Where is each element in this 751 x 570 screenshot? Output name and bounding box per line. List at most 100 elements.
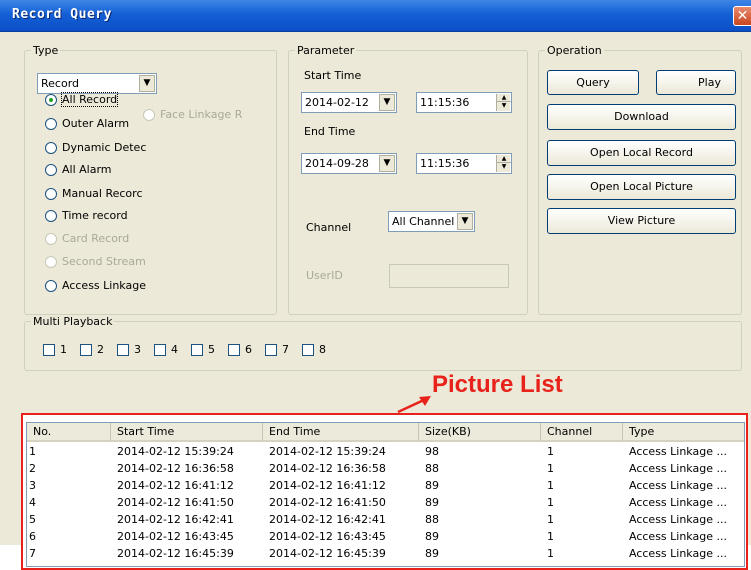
playback-checkbox-1[interactable] xyxy=(43,344,55,356)
column-header[interactable]: Type xyxy=(623,423,744,442)
type-option-label[interactable]: Manual Recorc xyxy=(62,187,143,200)
parameter-group-legend: Parameter xyxy=(297,44,355,57)
playback-checkbox-label: 6 xyxy=(245,343,252,356)
type-option-label[interactable]: Access Linkage xyxy=(62,279,146,292)
table-cell: Access Linkage ... xyxy=(629,462,727,475)
playback-checkbox-2[interactable] xyxy=(80,344,92,356)
open-local-picture-button[interactable]: Open Local Picture xyxy=(547,174,736,200)
column-header[interactable]: No. xyxy=(27,423,111,442)
playback-checkbox-3[interactable] xyxy=(117,344,129,356)
type-radio-dynamic-detec[interactable] xyxy=(45,142,57,154)
table-cell: 2014-02-12 16:45:39 xyxy=(269,547,386,560)
start-time-spinner[interactable]: 11:15:36 ▲ ▼ xyxy=(416,92,512,113)
table-cell: Access Linkage ... xyxy=(629,445,727,458)
view-picture-button[interactable]: View Picture xyxy=(547,208,736,234)
type-option-label: Second Stream xyxy=(62,255,146,268)
type-radio-card-record xyxy=(45,233,57,245)
play-button[interactable]: Play xyxy=(656,70,736,95)
playback-checkbox-7[interactable] xyxy=(265,344,277,356)
open-local-record-button[interactable]: Open Local Record xyxy=(547,140,736,166)
table-cell: Access Linkage ... xyxy=(629,496,727,509)
type-radio-all-record[interactable] xyxy=(45,94,57,106)
multi-playback-group: Multi Playback xyxy=(24,315,742,371)
face-linkage-radio xyxy=(143,109,155,121)
type-radio-access-linkage[interactable] xyxy=(45,280,57,292)
type-option-label[interactable]: Time record xyxy=(62,209,128,222)
spin-up-icon[interactable]: ▲ xyxy=(497,94,511,102)
playback-checkbox-label: 7 xyxy=(282,343,289,356)
table-cell: 1 xyxy=(547,547,554,560)
record-type-select[interactable]: Record ▼ xyxy=(37,73,157,94)
table-cell: Access Linkage ... xyxy=(629,479,727,492)
table-cell: 1 xyxy=(547,445,554,458)
table-row[interactable]: 4 2014-02-12 16:41:50 2014-02-12 16:41:50 8… xyxy=(27,496,744,510)
type-option-label[interactable]: All Record xyxy=(60,92,119,107)
end-time-label: End Time xyxy=(304,125,356,138)
spin-down-icon[interactable]: ▼ xyxy=(497,102,511,110)
type-group-legend: Type xyxy=(33,44,59,57)
end-date-picker[interactable]: 2014-09-28 ▼ xyxy=(301,153,397,174)
column-header[interactable]: End Time xyxy=(263,423,419,442)
table-cell: 2014-02-12 15:39:24 xyxy=(117,445,234,458)
table-cell: 2014-02-12 16:41:12 xyxy=(117,479,234,492)
table-cell: 89 xyxy=(425,547,439,560)
picture-list[interactable]: No. Start Time End Time Size(KB) Channel Type… xyxy=(26,422,745,567)
spinner-buttons[interactable]: ▲ ▼ xyxy=(496,94,511,111)
table-row[interactable]: 1 2014-02-12 15:39:24 2014-02-12 15:39:24 9… xyxy=(27,445,744,459)
start-date-picker[interactable]: 2014-02-12 ▼ xyxy=(301,92,397,113)
chevron-down-icon[interactable]: ▼ xyxy=(139,75,155,92)
table-row[interactable]: 6 2014-02-12 16:43:45 2014-02-12 16:43:45 8… xyxy=(27,530,744,544)
type-option-label[interactable]: Outer Alarm xyxy=(62,117,129,130)
spinner-buttons[interactable]: ▲ ▼ xyxy=(496,155,511,172)
type-radio-manual-recorc[interactable] xyxy=(45,188,57,200)
end-date-value: 2014-09-28 xyxy=(305,157,369,170)
spin-up-icon[interactable]: ▲ xyxy=(497,155,511,163)
type-option-label: Card Record xyxy=(62,232,130,245)
table-row[interactable]: 7 2014-02-12 16:45:39 2014-02-12 16:45:39 8… xyxy=(27,547,744,561)
type-radio-all-alarm[interactable] xyxy=(45,164,57,176)
table-cell: 2 xyxy=(29,462,36,475)
playback-checkbox-6[interactable] xyxy=(228,344,240,356)
playback-checkbox-8[interactable] xyxy=(302,344,314,356)
table-row[interactable]: 5 2014-02-12 16:42:41 2014-02-12 16:42:41 8… xyxy=(27,513,744,527)
table-row[interactable]: 2 2014-02-12 16:36:58 2014-02-12 16:36:58 8… xyxy=(27,462,744,476)
playback-checkbox-label: 5 xyxy=(208,343,215,356)
table-cell: 98 xyxy=(425,445,439,458)
column-header[interactable]: Start Time xyxy=(111,423,263,442)
query-button[interactable]: Query xyxy=(547,70,639,95)
channel-select[interactable]: All Channel ▼ xyxy=(388,211,475,232)
table-cell: 2014-02-12 16:43:45 xyxy=(117,530,234,543)
table-cell: 2014-02-12 16:41:12 xyxy=(269,479,386,492)
chevron-down-icon[interactable]: ▼ xyxy=(379,94,395,111)
spin-down-icon[interactable]: ▼ xyxy=(497,163,511,171)
table-cell: 1 xyxy=(547,496,554,509)
type-radio-outer-alarm[interactable] xyxy=(45,118,57,130)
table-cell: 89 xyxy=(425,530,439,543)
table-cell: 2014-02-12 16:43:45 xyxy=(269,530,386,543)
table-cell: Access Linkage ... xyxy=(629,530,727,543)
column-header[interactable]: Channel xyxy=(541,423,623,442)
playback-checkbox-label: 8 xyxy=(319,343,326,356)
userid-field xyxy=(389,264,509,288)
playback-checkbox-label: 4 xyxy=(171,343,178,356)
type-option-label[interactable]: All Alarm xyxy=(62,163,112,176)
table-cell: 2014-02-12 16:45:39 xyxy=(117,547,234,560)
type-option-label[interactable]: Dynamic Detec xyxy=(62,141,146,154)
table-cell: 88 xyxy=(425,513,439,526)
table-row[interactable]: 3 2014-02-12 16:41:12 2014-02-12 16:41:12 8… xyxy=(27,479,744,493)
table-cell: 6 xyxy=(29,530,36,543)
table-cell: 2014-02-12 16:42:41 xyxy=(117,513,234,526)
playback-checkbox-5[interactable] xyxy=(191,344,203,356)
chevron-down-icon[interactable]: ▼ xyxy=(457,213,473,230)
playback-checkbox-label: 1 xyxy=(60,343,67,356)
download-button[interactable]: Download xyxy=(547,104,736,130)
close-icon[interactable]: ✕ xyxy=(733,6,751,26)
start-time-value: 11:15:36 xyxy=(420,96,470,109)
annotation-arrow-icon xyxy=(397,396,431,414)
picture-list-annotation: Picture List xyxy=(432,371,563,398)
playback-checkbox-4[interactable] xyxy=(154,344,166,356)
end-time-spinner[interactable]: 11:15:36 ▲ ▼ xyxy=(416,153,512,174)
type-radio-time-record[interactable] xyxy=(45,210,57,222)
chevron-down-icon[interactable]: ▼ xyxy=(379,155,395,172)
column-header[interactable]: Size(KB) xyxy=(419,423,541,442)
